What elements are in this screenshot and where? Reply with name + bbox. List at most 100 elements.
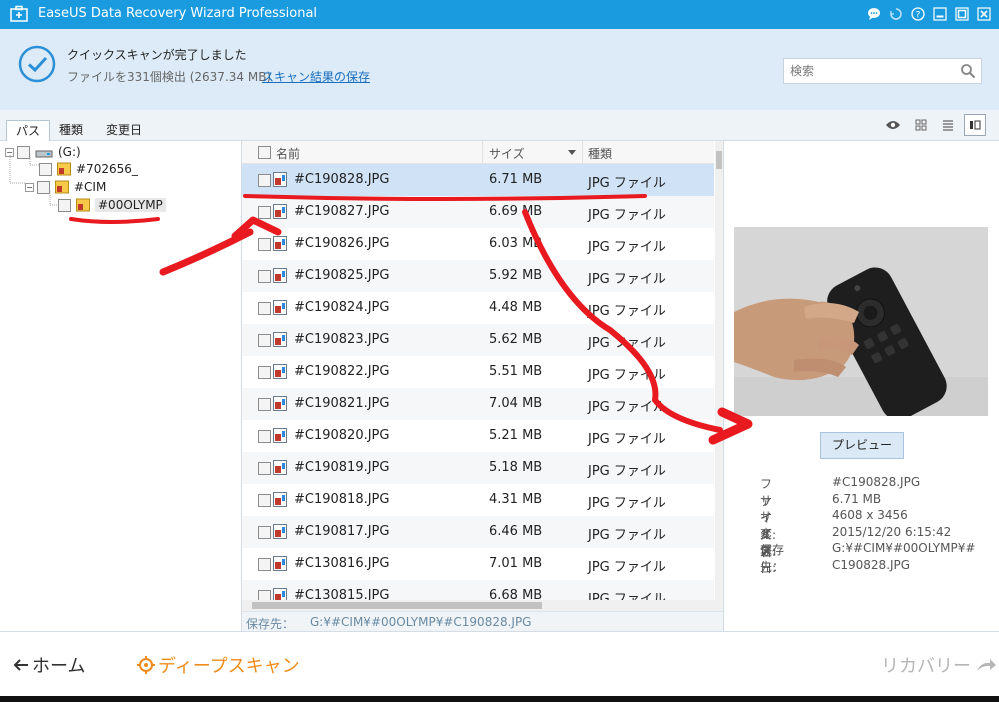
scroll-thumb[interactable] bbox=[252, 602, 542, 609]
table-row[interactable]: #C190819.JPG 5.18 MB JPG ファイル bbox=[242, 452, 714, 484]
taskbar-edge bbox=[0, 696, 999, 702]
vertical-scrollbar[interactable] bbox=[715, 141, 723, 611]
thumbnail-view-icon[interactable] bbox=[910, 114, 932, 136]
title-bar: EaseUS Data Recovery Wizard Professional… bbox=[0, 0, 999, 29]
table-row[interactable]: #C190818.JPG 4.31 MB JPG ファイル bbox=[242, 484, 714, 516]
list-view-icon[interactable] bbox=[937, 114, 959, 136]
jpg-file-icon bbox=[273, 300, 287, 315]
file-size: 6.71 MB bbox=[489, 172, 543, 187]
eye-icon[interactable] bbox=[882, 114, 904, 136]
table-row[interactable]: #C190825.JPG 5.92 MB JPG ファイル bbox=[242, 260, 714, 292]
file-type: JPG ファイル bbox=[588, 208, 666, 223]
tab-bar: パス 種類 変更日 bbox=[0, 110, 999, 142]
tab-type[interactable]: 種類 bbox=[50, 120, 92, 141]
recover-button[interactable]: リカバリー bbox=[881, 652, 997, 678]
close-icon[interactable] bbox=[974, 4, 994, 24]
maximize-icon[interactable] bbox=[952, 4, 972, 24]
minimize-icon[interactable] bbox=[930, 4, 950, 24]
tree-lines bbox=[9, 155, 58, 206]
column-type[interactable]: 種類 bbox=[588, 145, 612, 162]
table-row[interactable]: #C130816.JPG 7.01 MB JPG ファイル bbox=[242, 548, 714, 580]
jpg-file-icon bbox=[273, 556, 287, 571]
jpg-file-icon bbox=[273, 460, 287, 475]
table-row[interactable]: #C190828.JPG 6.71 MB JPG ファイル bbox=[242, 164, 714, 196]
row-checkbox[interactable] bbox=[258, 270, 271, 283]
search-icon[interactable] bbox=[960, 63, 976, 79]
chat-icon[interactable] bbox=[864, 4, 884, 24]
file-type: JPG ファイル bbox=[588, 496, 666, 511]
table-row[interactable]: #C190824.JPG 4.48 MB JPG ファイル bbox=[242, 292, 714, 324]
table-row[interactable]: #C190817.JPG 6.46 MB JPG ファイル bbox=[242, 516, 714, 548]
file-type: JPG ファイル bbox=[588, 432, 666, 447]
table-row[interactable]: #C190826.JPG 6.03 MB JPG ファイル bbox=[242, 228, 714, 260]
file-type: JPG ファイル bbox=[588, 400, 666, 415]
file-size: 7.04 MB bbox=[489, 396, 543, 411]
file-size: 5.92 MB bbox=[489, 268, 543, 283]
recover-label: リカバリー bbox=[881, 656, 971, 677]
file-name: #C190826.JPG bbox=[294, 236, 390, 251]
horizontal-scrollbar[interactable] bbox=[242, 600, 715, 611]
select-all-checkbox[interactable] bbox=[258, 146, 271, 159]
search-input[interactable] bbox=[790, 62, 950, 80]
file-name: #C190822.JPG bbox=[294, 364, 390, 379]
table-row[interactable]: #C190822.JPG 5.51 MB JPG ファイル bbox=[242, 356, 714, 388]
row-checkbox[interactable] bbox=[258, 174, 271, 187]
deep-scan-label: ディープスキャン bbox=[158, 656, 300, 677]
file-name: #C190825.JPG bbox=[294, 268, 390, 283]
folder-tree: − (G:) #702656_ − #CIM #00OLYMP bbox=[0, 141, 242, 631]
column-size[interactable]: サイズ bbox=[489, 145, 525, 162]
row-checkbox[interactable] bbox=[258, 526, 271, 539]
jpg-file-icon bbox=[273, 364, 287, 379]
list-header: 名前 サイズ 種類 bbox=[242, 141, 714, 164]
column-divider bbox=[482, 141, 483, 164]
file-type: JPG ファイル bbox=[588, 240, 666, 255]
row-checkbox[interactable] bbox=[258, 206, 271, 219]
preview-button[interactable]: プレビュー bbox=[820, 432, 904, 459]
row-checkbox[interactable] bbox=[258, 302, 271, 315]
scan-status-detail: ファイルを331個検出 (2637.34 MB) bbox=[67, 70, 272, 84]
footer-bar: ホーム ディープスキャン リカバリー bbox=[0, 631, 999, 696]
arrow-left-icon bbox=[13, 659, 28, 671]
file-type: JPG ファイル bbox=[588, 176, 666, 191]
save-path-value: G:¥#CIM¥#00OLYMP¥#C190828.JPG bbox=[310, 615, 532, 629]
row-checkbox[interactable] bbox=[258, 366, 271, 379]
table-row[interactable]: #C190827.JPG 6.69 MB JPG ファイル bbox=[242, 196, 714, 228]
save-scan-link[interactable]: スキャン結果の保存 bbox=[262, 68, 370, 85]
row-checkbox[interactable] bbox=[258, 398, 271, 411]
home-button[interactable]: ホーム bbox=[12, 652, 85, 678]
table-row[interactable]: #C190821.JPG 7.04 MB JPG ファイル bbox=[242, 388, 714, 420]
file-name: #C190820.JPG bbox=[294, 428, 390, 443]
table-row[interactable]: #C190820.JPG 5.21 MB JPG ファイル bbox=[242, 420, 714, 452]
search-box[interactable] bbox=[783, 58, 982, 84]
restore-icon[interactable] bbox=[886, 4, 906, 24]
row-checkbox[interactable] bbox=[258, 462, 271, 475]
save-path-label: 保存先： bbox=[246, 617, 295, 631]
detail-view-icon[interactable] bbox=[964, 114, 986, 136]
row-checkbox[interactable] bbox=[258, 238, 271, 251]
scan-header: クイックスキャンが完了しました ファイルを331個検出 (2637.34 MB)… bbox=[0, 29, 999, 110]
row-checkbox[interactable] bbox=[258, 334, 271, 347]
scroll-thumb[interactable] bbox=[716, 151, 722, 169]
file-size: 5.62 MB bbox=[489, 332, 543, 347]
tab-modified-date[interactable]: 変更日 bbox=[97, 120, 151, 141]
file-size: 7.01 MB bbox=[489, 556, 543, 571]
row-checkbox[interactable] bbox=[258, 430, 271, 443]
meta-value: C190828.JPG bbox=[832, 557, 911, 572]
file-name: #C190828.JPG bbox=[294, 172, 390, 187]
row-checkbox[interactable] bbox=[258, 558, 271, 571]
file-name: #C190823.JPG bbox=[294, 332, 390, 347]
deep-scan-button[interactable]: ディープスキャン bbox=[137, 652, 300, 678]
column-name[interactable]: 名前 bbox=[276, 145, 300, 162]
arrow-forward-icon bbox=[977, 659, 996, 671]
jpg-file-icon bbox=[273, 172, 287, 187]
row-checkbox[interactable] bbox=[258, 494, 271, 507]
check-circle-icon bbox=[18, 45, 56, 83]
jpg-file-icon bbox=[273, 268, 287, 283]
file-type: JPG ファイル bbox=[588, 368, 666, 383]
help-icon[interactable]: ? bbox=[908, 4, 928, 24]
app-window: EaseUS Data Recovery Wizard Professional… bbox=[0, 0, 999, 702]
meta-value: 2015/12/20 6:15:42 bbox=[832, 524, 952, 539]
table-row[interactable]: #C190823.JPG 5.62 MB JPG ファイル bbox=[242, 324, 714, 356]
jpg-file-icon bbox=[273, 524, 287, 539]
tab-path[interactable]: パス bbox=[6, 120, 51, 142]
